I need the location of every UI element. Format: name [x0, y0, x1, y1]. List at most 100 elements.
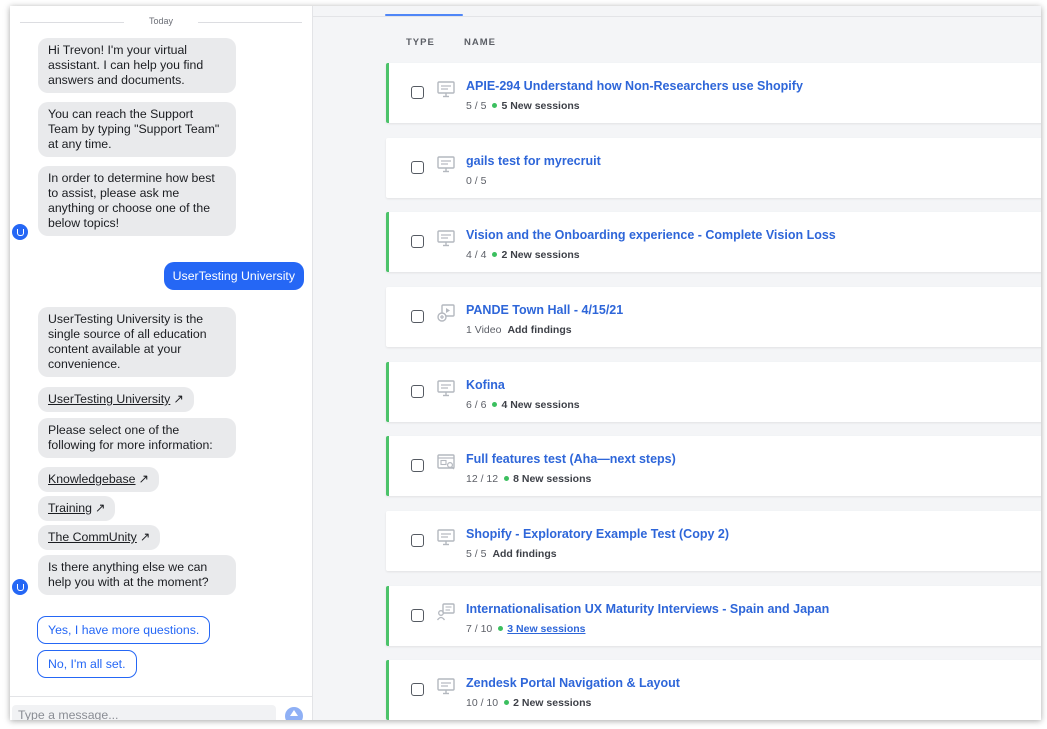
desktop-test-icon — [436, 676, 456, 696]
separator-line — [198, 22, 302, 23]
external-link-icon: ↗ — [173, 392, 184, 406]
session-count: 7 / 10 — [466, 623, 493, 635]
test-card[interactable]: Vision and the Onboarding experience - C… — [386, 212, 1041, 272]
add-findings-link[interactable]: Add findings — [492, 548, 556, 560]
new-sessions-label: 4 New sessions — [501, 399, 580, 411]
test-title-link[interactable]: Internationalisation UX Maturity Intervi… — [466, 602, 829, 616]
desktop-test-icon — [436, 154, 456, 174]
session-count: 5 / 5 — [466, 100, 487, 112]
chat-composer — [10, 696, 312, 720]
select-checkbox[interactable] — [411, 161, 424, 174]
new-sessions-dot-icon — [492, 103, 498, 108]
select-checkbox[interactable] — [411, 609, 424, 622]
new-sessions-dot-icon — [492, 402, 498, 407]
date-label: Today — [148, 16, 174, 26]
session-count: 10 / 10 — [466, 697, 499, 709]
test-title-link[interactable]: PANDE Town Hall - 4/15/21 — [466, 303, 623, 317]
test-title-link[interactable]: Kofina — [466, 378, 505, 392]
assistant-avatar-icon — [12, 579, 28, 595]
select-checkbox[interactable] — [411, 385, 424, 398]
tests-list: TYPE NAME APIE-294 Understand how Non-Re… — [313, 6, 1041, 720]
select-checkbox[interactable] — [411, 235, 424, 248]
external-link-icon: ↗ — [139, 530, 151, 544]
external-link-icon: ↗ — [138, 472, 149, 486]
send-button[interactable] — [285, 707, 303, 720]
community-link[interactable]: The CommUnity ↗ — [38, 525, 161, 550]
interview-test-icon — [436, 602, 456, 622]
bot-message: You can reach the Support Team by typing… — [38, 102, 236, 157]
session-count: 5 / 5 — [466, 548, 487, 560]
test-title-link[interactable]: gails test for myrecruit — [466, 154, 601, 168]
desktop-test-icon — [436, 527, 456, 547]
bot-message: Is there anything else we can help you w… — [38, 555, 236, 595]
message-input[interactable] — [12, 705, 276, 720]
date-separator: Today — [20, 14, 302, 30]
external-link-icon: ↗ — [94, 501, 106, 515]
link-label: Knowledgebase — [48, 472, 136, 486]
test-meta: 5 / 5 Add findings — [466, 548, 557, 560]
training-link[interactable]: Training ↗ — [38, 496, 116, 521]
select-checkbox[interactable] — [411, 534, 424, 547]
assistant-avatar-icon — [12, 224, 28, 240]
new-sessions-badge: 8 New sessions — [504, 473, 591, 485]
quick-reply-all-set[interactable]: No, I'm all set. — [37, 650, 137, 678]
test-meta: 4 / 4 2 New sessions — [466, 249, 580, 261]
new-sessions-badge: 5 New sessions — [492, 100, 580, 112]
bot-message: UserTesting University is the single sou… — [38, 307, 236, 377]
new-sessions-badge: 2 New sessions — [492, 249, 580, 261]
test-card[interactable]: Shopify - Exploratory Example Test (Copy… — [386, 511, 1041, 571]
session-count: 6 / 6 — [466, 399, 487, 411]
test-card[interactable]: PANDE Town Hall - 4/15/21 1 Video Add find… — [386, 287, 1041, 347]
new-sessions-badge[interactable]: 3 New sessions — [498, 623, 586, 635]
test-title-link[interactable]: Zendesk Portal Navigation & Layout — [466, 676, 680, 690]
test-card[interactable]: APIE-294 Understand how Non-Researchers … — [386, 63, 1041, 123]
session-count: 1 Video — [466, 324, 502, 336]
test-card[interactable]: Full features test (Aha—next steps) 12 / … — [386, 436, 1041, 496]
test-title-link[interactable]: Shopify - Exploratory Example Test (Copy… — [466, 527, 729, 541]
test-title-link[interactable]: Full features test (Aha—next steps) — [466, 452, 676, 466]
new-sessions-label: 8 New sessions — [513, 473, 592, 485]
new-sessions-dot-icon — [492, 252, 498, 257]
test-card[interactable]: Kofina 6 / 6 4 New sessions — [386, 362, 1041, 422]
quick-reply-more-questions[interactable]: Yes, I have more questions. — [37, 616, 211, 644]
new-sessions-dot-icon — [504, 700, 510, 705]
test-card[interactable]: gails test for myrecruit 0 / 5 — [386, 138, 1041, 198]
select-checkbox[interactable] — [411, 310, 424, 323]
new-sessions-dot-icon — [498, 626, 504, 631]
usertesting-university-link[interactable]: UserTesting University ↗ — [38, 387, 194, 412]
select-checkbox[interactable] — [411, 86, 424, 99]
send-arrow-icon — [290, 710, 298, 716]
bot-message: Please select one of the following for m… — [38, 418, 236, 458]
test-meta: 10 / 10 2 New sessions — [466, 697, 591, 709]
test-meta: 7 / 10 3 New sessions — [466, 623, 586, 635]
new-sessions-label: 5 New sessions — [501, 100, 580, 112]
column-header-type[interactable]: TYPE — [406, 37, 435, 48]
test-meta: 5 / 5 5 New sessions — [466, 100, 580, 112]
desktop-test-icon — [436, 79, 456, 99]
test-card[interactable]: Zendesk Portal Navigation & Layout 10 / 1… — [386, 660, 1041, 720]
test-card[interactable]: Internationalisation UX Maturity Intervi… — [386, 586, 1041, 646]
desktop-test-icon — [436, 378, 456, 398]
select-checkbox[interactable] — [411, 683, 424, 696]
test-title-link[interactable]: Vision and the Onboarding experience - C… — [466, 228, 836, 242]
new-sessions-badge: 4 New sessions — [492, 399, 580, 411]
test-title-link[interactable]: APIE-294 Understand how Non-Researchers … — [466, 79, 803, 93]
prototype-test-icon — [436, 452, 456, 472]
chat-panel: Today Hi Trevon! I'm your virtual assist… — [10, 6, 313, 720]
test-meta: 6 / 6 4 New sessions — [466, 399, 580, 411]
test-meta: 12 / 12 8 New sessions — [466, 473, 591, 485]
new-sessions-label: 3 New sessions — [507, 623, 586, 635]
tab-bar-divider — [313, 16, 1041, 17]
bot-message: In order to determine how best to assist… — [38, 166, 236, 236]
session-count: 12 / 12 — [466, 473, 499, 485]
desktop-test-icon — [436, 228, 456, 248]
knowledgebase-link[interactable]: Knowledgebase ↗ — [38, 467, 159, 492]
select-checkbox[interactable] — [411, 459, 424, 472]
add-findings-link[interactable]: Add findings — [507, 324, 571, 336]
new-sessions-label: 2 New sessions — [501, 249, 580, 261]
user-message: UserTesting University — [163, 262, 304, 290]
column-header-name[interactable]: NAME — [464, 37, 496, 48]
app-window: Today Hi Trevon! I'm your virtual assist… — [10, 6, 1041, 720]
active-tab-indicator — [385, 14, 463, 16]
test-meta: 0 / 5 — [466, 175, 486, 187]
